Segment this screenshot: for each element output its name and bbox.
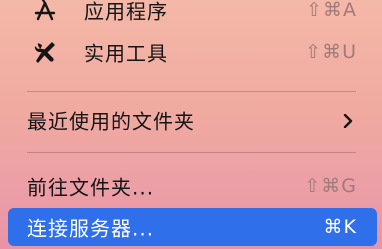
menu-item-applications[interactable]: 应用程序 ⇧⌘A (8, 0, 377, 29)
shortcut-label: ⇧⌘U (305, 41, 357, 63)
menu-item-label: 应用程序 (84, 0, 168, 24)
chevron-right-icon (341, 113, 355, 129)
applications-icon (32, 0, 58, 23)
menu-item-label: 连接服务器... (27, 216, 155, 241)
menu-item-label: 前往文件夹... (27, 175, 155, 200)
shortcut-label: ⇧⌘G (304, 175, 357, 197)
shortcut-label: ⌘K (323, 216, 357, 238)
go-menu: 应用程序 ⇧⌘A 实用工具 ⇧⌘U 最近使用的文件夹 前往文件夹... ⇧⌘G … (0, 0, 382, 249)
menu-item-recent-folders[interactable]: 最近使用的文件夹 (8, 101, 377, 139)
menu-divider (27, 152, 356, 153)
menu-item-utilities[interactable]: 实用工具 ⇧⌘U (8, 33, 377, 71)
menu-divider (27, 91, 356, 92)
menu-item-connect-to-server[interactable]: 连接服务器... ⌘K (8, 208, 377, 246)
menu-item-go-to-folder[interactable]: 前往文件夹... ⇧⌘G (8, 167, 377, 205)
menu-item-label: 最近使用的文件夹 (27, 109, 195, 134)
menu-item-label: 实用工具 (84, 41, 168, 66)
shortcut-label: ⇧⌘A (306, 0, 357, 21)
utilities-icon (32, 39, 58, 65)
